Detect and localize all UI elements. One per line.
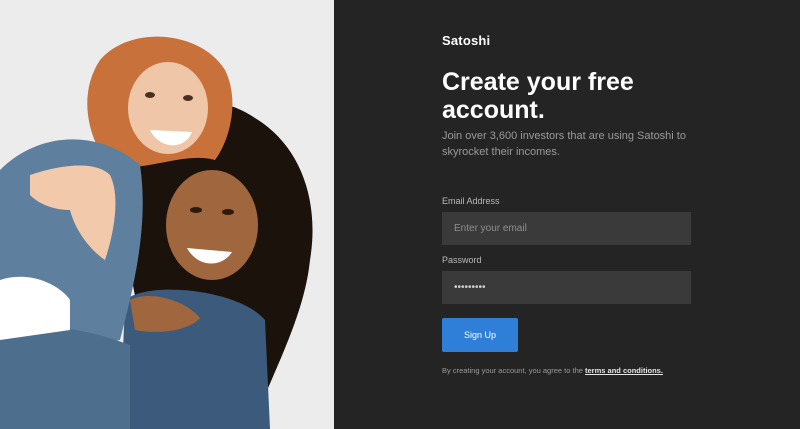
hero-photo bbox=[0, 0, 334, 429]
signup-panel: Satoshi Create your free account. Join o… bbox=[334, 0, 800, 429]
password-field[interactable] bbox=[442, 271, 691, 304]
brand-logo[interactable]: Satoshi bbox=[442, 33, 490, 48]
sign-up-button[interactable]: Sign Up bbox=[442, 318, 518, 352]
email-field[interactable] bbox=[442, 212, 691, 245]
terms-link[interactable]: terms and conditions. bbox=[585, 366, 663, 375]
page-title: Create your free account. bbox=[442, 68, 634, 124]
terms-prefix: By creating your account, you agree to t… bbox=[442, 366, 586, 375]
password-label: Password bbox=[442, 255, 482, 265]
terms-notice: By creating your account, you agree to t… bbox=[442, 366, 663, 375]
page-subtitle: Join over 3,600 investors that are using… bbox=[442, 130, 686, 158]
hero-illustration bbox=[0, 0, 334, 429]
email-label: Email Address bbox=[442, 196, 500, 206]
